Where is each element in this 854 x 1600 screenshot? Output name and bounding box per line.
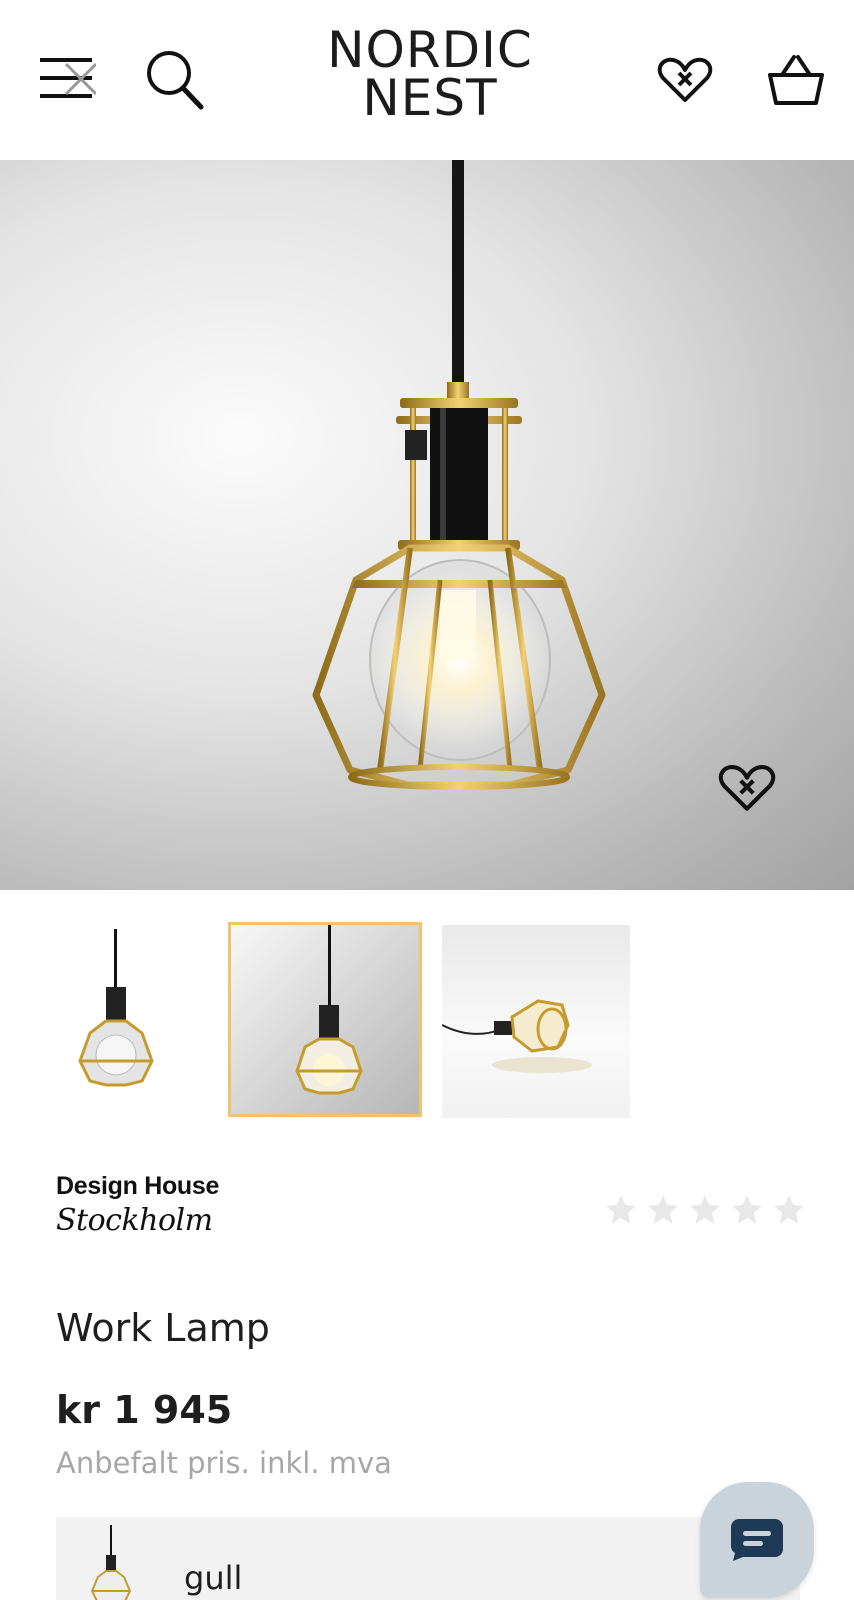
variant-thumbnail <box>90 1525 132 1600</box>
star-icon <box>648 1195 678 1224</box>
lamp-thumbnail-image <box>295 925 363 1095</box>
logo-line-2: NEST <box>362 69 498 127</box>
search-icon <box>147 51 204 110</box>
rating-stars[interactable] <box>603 1192 813 1228</box>
variant-label: gull <box>184 1559 243 1597</box>
search-button[interactable] <box>140 45 210 115</box>
brand-logo[interactable]: Design House Stockholm <box>56 1172 276 1252</box>
wishlist-button[interactable] <box>650 48 720 112</box>
thumbnail-3[interactable] <box>442 925 630 1118</box>
thumbnail-2-selected[interactable] <box>228 922 422 1117</box>
star-icon <box>774 1195 804 1224</box>
heart-wishlist-icon <box>657 57 713 102</box>
star-icon <box>690 1195 720 1224</box>
chat-button[interactable] <box>700 1482 814 1598</box>
menu-button[interactable] <box>30 50 100 110</box>
nordic-nest-logo[interactable]: NORDIC NEST <box>300 21 560 136</box>
site-header: NORDIC NEST <box>0 0 854 160</box>
product-title: Work Lamp <box>56 1306 270 1350</box>
lamp-thumbnail-image <box>442 999 592 1073</box>
product-price: kr 1 945 <box>56 1388 233 1432</box>
logo-line-1: NORDIC <box>327 21 533 79</box>
image-wishlist-button[interactable] <box>712 756 782 820</box>
brand-name: Design House <box>56 1172 220 1200</box>
chat-icon <box>731 1519 783 1561</box>
menu-close-icon <box>40 58 96 98</box>
star-icon <box>732 1195 762 1224</box>
lamp-thumbnail-image <box>78 929 154 1087</box>
price-note: Anbefalt pris. inkl. mva <box>56 1446 392 1480</box>
cart-button[interactable] <box>758 46 834 116</box>
thumbnail-1[interactable] <box>22 925 212 1118</box>
image-thumbnails <box>0 922 854 1125</box>
shopping-basket-icon <box>768 55 824 105</box>
variant-selector[interactable]: gull <box>56 1517 800 1600</box>
brand-script: Stockholm <box>56 1203 213 1238</box>
star-icon <box>606 1195 636 1224</box>
product-main-image[interactable] <box>0 160 854 890</box>
heart-wishlist-icon <box>718 764 776 811</box>
